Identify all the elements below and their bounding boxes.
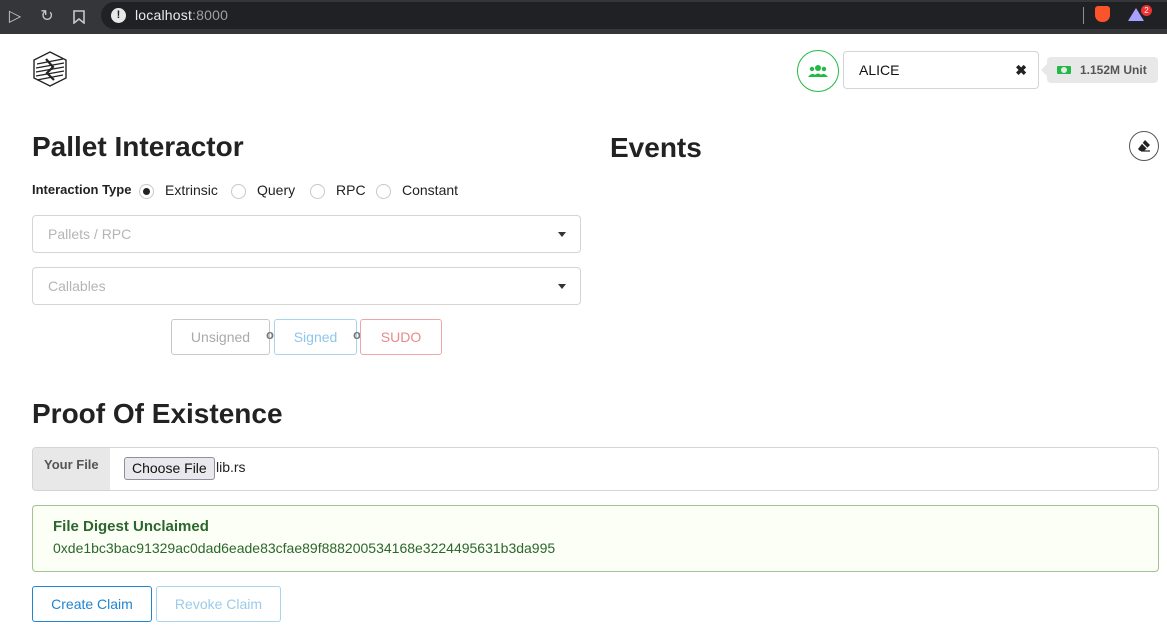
file-name: lib.rs: [216, 459, 246, 475]
eraser-button[interactable]: [1129, 131, 1159, 161]
eraser-icon: [1138, 140, 1150, 152]
users-icon[interactable]: [797, 50, 839, 92]
create-claim-button[interactable]: Create Claim: [32, 586, 152, 622]
play-icon[interactable]: ▷: [4, 6, 26, 28]
toolbar-divider: [1083, 7, 1084, 24]
reload-icon[interactable]: ↻: [36, 6, 58, 28]
balance-label: 1.152M Unit: [1041, 57, 1158, 83]
close-icon[interactable]: ✖: [1015, 62, 1027, 79]
caret-down-icon: [558, 284, 566, 289]
rewards-badge: 2: [1141, 5, 1152, 16]
digest-hash: 0xde1bc3bac91329ac0dad6eade83cfae89f8882…: [53, 540, 556, 556]
brave-shield-icon[interactable]: [1095, 6, 1110, 22]
revoke-claim-button[interactable]: Revoke Claim: [156, 586, 281, 622]
callables-placeholder: Callables: [48, 278, 106, 294]
unsigned-button[interactable]: Unsigned: [171, 319, 270, 355]
callables-dropdown[interactable]: Callables: [32, 267, 581, 305]
bookmark-icon[interactable]: [68, 6, 90, 28]
caret-down-icon: [558, 232, 566, 237]
interaction-type-label: Interaction Type: [32, 182, 132, 197]
radio-button[interactable]: [376, 184, 391, 199]
pallets-placeholder: Pallets / RPC: [48, 226, 132, 242]
pallets-dropdown[interactable]: Pallets / RPC: [32, 215, 581, 253]
digest-message: File Digest Unclaimed 0xde1bc3bac91329ac…: [32, 505, 1159, 572]
radio-label: Query: [257, 182, 296, 198]
account-name: ALICE: [859, 62, 900, 78]
url-host: localhost: [135, 7, 193, 23]
radio-button[interactable]: [310, 184, 325, 199]
radio-label: Extrinsic: [165, 182, 218, 198]
events-title: Events: [610, 132, 702, 163]
address-bar[interactable]: ! localhost:8000: [101, 2, 1167, 29]
balance-amount: 1.152M Unit: [1080, 63, 1147, 77]
radio-button[interactable]: [231, 184, 246, 199]
file-input-row: Your File Choose File lib.rs: [32, 447, 1159, 491]
pallet-interactor-title: Pallet Interactor: [32, 131, 244, 162]
radio-label: RPC: [336, 182, 366, 198]
url-port: :8000: [192, 7, 229, 23]
digest-title: File Digest Unclaimed: [53, 518, 209, 535]
account-selector[interactable]: ALICE ✖: [843, 51, 1039, 89]
substrate-logo-icon: [32, 51, 68, 87]
signed-button[interactable]: Signed: [274, 319, 357, 355]
poe-title: Proof Of Existence: [32, 398, 283, 429]
radio-button[interactable]: [139, 184, 154, 199]
choose-file-button[interactable]: Choose File: [124, 457, 215, 480]
url-text: localhost:8000: [135, 7, 228, 23]
browser-toolbar: ▷ ↻ ! localhost:8000 2: [0, 0, 1167, 34]
site-info-icon[interactable]: !: [111, 8, 126, 23]
radio-label: Constant: [402, 182, 459, 198]
your-file-label: Your File: [33, 448, 110, 490]
sudo-button[interactable]: SUDO: [360, 319, 442, 355]
money-icon: [1057, 66, 1071, 74]
